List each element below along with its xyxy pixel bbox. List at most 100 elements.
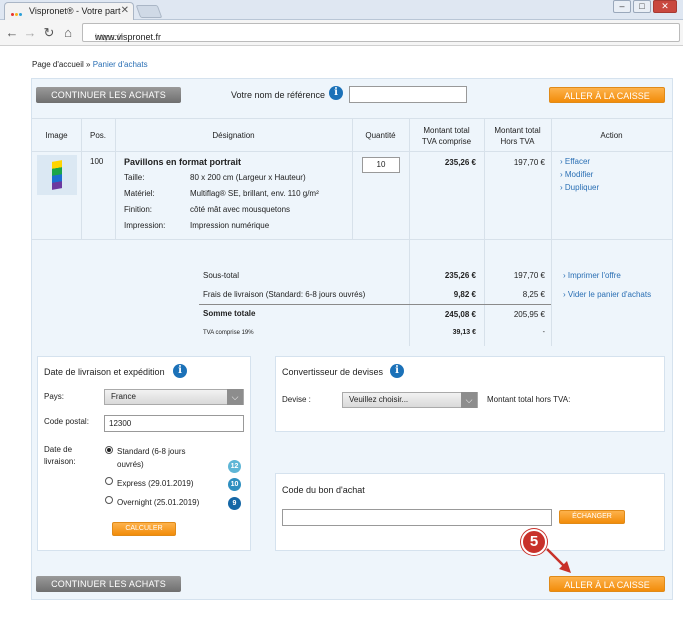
exchange-voucher-button[interactable]: ÉCHANGER xyxy=(559,510,625,524)
quantity-input[interactable]: 10 xyxy=(362,157,400,173)
checkout-button-bottom[interactable]: ALLER À LA CAISSE xyxy=(549,576,665,592)
reference-info-icon[interactable]: i xyxy=(329,86,343,100)
checkout-button-top[interactable]: ALLER À LA CAISSE xyxy=(549,87,665,103)
currency-info-icon[interactable]: i xyxy=(390,364,404,378)
new-tab-button[interactable] xyxy=(135,5,163,18)
header-total-ht-line2: Hors TVA xyxy=(500,136,535,146)
delivery-option-overnight-label: Overnight (25.01.2019) xyxy=(117,498,200,507)
breadcrumb-home[interactable]: Page d'accueil xyxy=(32,60,84,69)
subtotal-ht: 197,70 € xyxy=(513,271,545,280)
total-ttc: 245,08 € xyxy=(444,310,476,319)
item-total-ttc: 235,26 € xyxy=(444,158,476,167)
delivery-date-label-line1: Date de xyxy=(44,445,73,454)
table-row: 100 Pavillons en format portrait Taille:… xyxy=(32,152,672,240)
flag-image-icon xyxy=(52,160,62,190)
delivery-option-standard-label-2: ouvrés) xyxy=(117,460,144,469)
header-image: Image xyxy=(45,131,68,140)
delivery-option-overnight-radio[interactable] xyxy=(105,496,113,504)
overnight-days-badge: 9 xyxy=(228,497,241,510)
spec-label: Finition: xyxy=(124,205,153,214)
currency-select[interactable]: Veuillez choisir... ⌵ xyxy=(342,392,478,408)
print-offer-link[interactable]: › Imprimer l'offre xyxy=(563,271,621,280)
chevron-down-icon: ⌵ xyxy=(461,392,477,408)
delete-item-link[interactable]: › Effacer xyxy=(560,157,590,166)
close-window-button[interactable]: ✕ xyxy=(653,0,677,13)
spec-label: Impression: xyxy=(124,221,166,230)
pointer-arrow-icon xyxy=(546,548,571,573)
delivery-option-express-radio[interactable] xyxy=(105,477,113,485)
chevron-down-icon: ⌵ xyxy=(227,389,243,405)
continue-shopping-button-bottom[interactable]: CONTINUER LES ACHATS xyxy=(36,576,181,592)
minimize-button[interactable]: – xyxy=(613,0,631,13)
spec-label: Matériel: xyxy=(124,189,155,198)
shipping-ttc: 9,82 € xyxy=(453,290,476,299)
header-total-ttc-line1: Montant total xyxy=(423,125,470,135)
country-label: Pays: xyxy=(44,392,65,401)
total-ht: 205,95 € xyxy=(513,310,545,319)
browser-tab[interactable]: Vispronet® - Votre partenaire ✕ xyxy=(4,2,134,20)
cart-container: CONTINUER LES ACHATS Votre nom de référe… xyxy=(31,78,673,600)
reference-name-input[interactable] xyxy=(349,86,467,103)
currency-title: Convertisseur de devises xyxy=(282,367,384,377)
browser-titlebar: Vispronet® - Votre partenaire ✕ – □ ✕ xyxy=(0,0,683,20)
total-label: Somme totale xyxy=(203,309,256,318)
url-host: www.vispronet.fr xyxy=(95,32,162,42)
header-quantity: Quantité xyxy=(365,131,396,140)
reference-label: Votre nom de référence xyxy=(231,90,326,100)
duplicate-item-link[interactable]: › Dupliquer xyxy=(560,183,599,192)
subtotal-ttc: 235,26 € xyxy=(444,271,476,280)
product-name: Pavillons en format portrait xyxy=(124,157,242,167)
url-input[interactable]: https://www.vispronet.fr xyxy=(82,23,680,42)
express-days-badge: 10 xyxy=(228,478,241,491)
delivery-info-icon[interactable]: i xyxy=(173,364,187,378)
forward-arrow-icon[interactable]: → xyxy=(22,25,38,40)
currency-value: Veuillez choisir... xyxy=(349,395,409,404)
page-content: Page d'accueil » Panier d'achats CONTINU… xyxy=(0,47,683,635)
shipping-ht: 8,25 € xyxy=(522,290,545,299)
country-select[interactable]: France ⌵ xyxy=(104,389,244,405)
voucher-title: Code du bon d'achat xyxy=(282,485,365,495)
summary-divider xyxy=(199,304,551,305)
spec-value: 80 x 200 cm (Largeur x Hauteur) xyxy=(190,173,306,182)
calculate-button[interactable]: CALCULER xyxy=(112,522,176,536)
item-total-ht: 197,70 € xyxy=(513,158,545,167)
item-position: 100 xyxy=(90,157,104,166)
continue-shopping-button-top[interactable]: CONTINUER LES ACHATS xyxy=(36,87,181,103)
maximize-button[interactable]: □ xyxy=(633,0,651,13)
voucher-code-input[interactable] xyxy=(282,509,552,526)
window-controls: – □ ✕ xyxy=(613,0,677,13)
tab-close-icon[interactable]: ✕ xyxy=(121,5,129,16)
product-thumbnail[interactable] xyxy=(37,155,77,195)
delivery-option-standard-label: Standard (6-8 jours xyxy=(117,447,186,456)
postal-code-label: Code postal: xyxy=(44,417,89,426)
reload-icon[interactable]: ↻ xyxy=(41,25,57,41)
empty-cart-link[interactable]: › Vider le panier d'achats xyxy=(563,290,651,299)
delivery-option-standard-radio[interactable] xyxy=(105,446,113,454)
header-total-ttc-line2: TVA comprise xyxy=(421,136,472,146)
header-designation: Désignation xyxy=(212,131,255,140)
delivery-date-label-line2: livraison: xyxy=(44,457,76,466)
vat-ttc: 39,13 € xyxy=(452,329,476,336)
site-favicon-icon xyxy=(11,8,25,16)
breadcrumb-separator: » xyxy=(83,60,93,69)
browser-toolbar: ← → ↻ ⌂ https://www.vispronet.fr xyxy=(0,20,683,46)
vat-ht: - xyxy=(542,329,545,336)
vat-label: TVA comprise 19% xyxy=(203,330,254,336)
standard-days-badge: 12 xyxy=(228,460,241,473)
delivery-title: Date de livraison et expédition xyxy=(44,367,165,377)
back-arrow-icon[interactable]: ← xyxy=(4,25,20,40)
breadcrumb: Page d'accueil » Panier d'achats xyxy=(32,60,148,69)
header-action: Action xyxy=(600,131,623,140)
voucher-panel: Code du bon d'achat ÉCHANGER xyxy=(275,473,665,551)
postal-code-input[interactable]: 12300 xyxy=(104,415,244,432)
header-total-ht-line1: Montant total xyxy=(494,125,541,135)
delivery-option-express-label: Express (29.01.2019) xyxy=(117,479,194,488)
home-icon[interactable]: ⌂ xyxy=(60,25,76,40)
breadcrumb-current[interactable]: Panier d'achats xyxy=(93,60,148,69)
tab-title: Vispronet® - Votre partenaire xyxy=(29,6,121,16)
subtotal-label: Sous-total xyxy=(203,271,240,280)
currency-total-label: Montant total hors TVA: xyxy=(487,395,571,404)
step-marker: 5 xyxy=(521,529,547,555)
spec-value: Multiflag® SE, brillant, env. 110 g/m² xyxy=(190,189,319,198)
edit-item-link[interactable]: › Modifier xyxy=(560,170,593,179)
